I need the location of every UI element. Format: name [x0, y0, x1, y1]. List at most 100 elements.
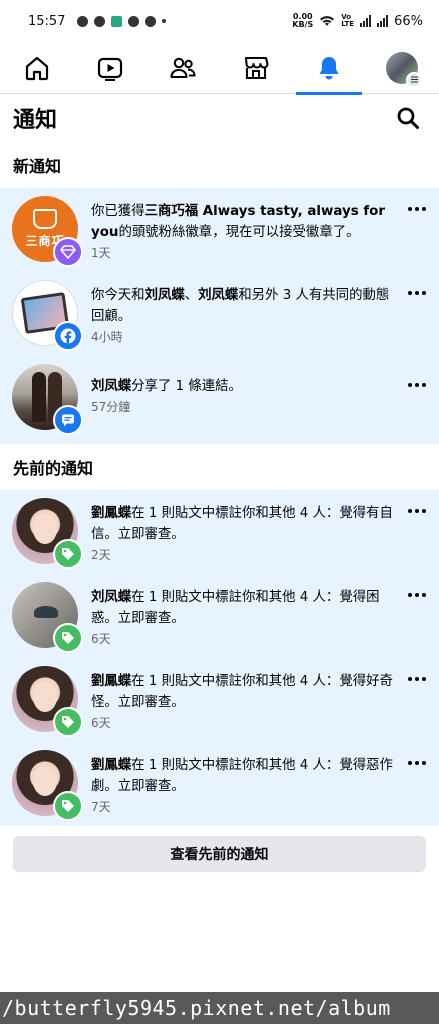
status-right: 0.00 KB/S Vo LTE 66% [292, 13, 423, 29]
notification-text: 你已獲得三商巧福 Always tasty, always for you的頭號… [91, 201, 401, 243]
text-part: 分享了 1 條連結。 [131, 379, 242, 394]
volte-icon: Vo LTE [341, 13, 355, 28]
friends-icon [170, 57, 196, 78]
wifi-icon [320, 16, 335, 26]
signal-icon-2 [377, 15, 389, 27]
diamond-icon [60, 245, 76, 259]
notification-item[interactable]: 刘凤蝶分享了 1 條連結。 57分鐘 [0, 356, 439, 444]
message-icon [62, 414, 74, 427]
top-nav-bar [0, 42, 439, 95]
facebook-badge [53, 321, 83, 351]
network-speed-unit: KB/S [292, 20, 314, 29]
notification-time: 1天 [91, 246, 111, 260]
page-title: 通知 [13, 108, 58, 133]
notification-content: 劉鳳蝶在 1 則貼文中標註你和其他 4 人：覺得好奇怪。立即審查。 6天 [91, 666, 427, 734]
notification-item[interactable]: 劉鳳蝶在 1 則貼文中標註你和其他 4 人：覺得有自信。立即審查。 2天 [0, 490, 439, 574]
cup-logo-icon [33, 209, 57, 229]
text-bold-part: 刘凤蝶 [91, 590, 132, 605]
more-options-button[interactable] [407, 202, 427, 216]
text-bold-part: 刘凤蝶 [198, 288, 239, 303]
notification-text: 劉鳳蝶在 1 則貼文中標註你和其他 4 人：覺得好奇怪。立即審查。 [91, 671, 401, 713]
search-button[interactable] [390, 100, 426, 136]
menu-icon [406, 71, 423, 88]
text-part: 你已獲得 [91, 204, 145, 219]
notification-content: 刘凤蝶在 1 則貼文中標註你和其他 4 人：覺得困惑。立即審查。 6天 [91, 582, 427, 650]
messenger-notification-icon [94, 15, 106, 27]
tag-icon [62, 632, 74, 644]
notification-text: 刘凤蝶在 1 則貼文中標註你和其他 4 人：覺得困惑。立即審查。 [91, 587, 401, 629]
notification-avatar [12, 364, 83, 435]
text-part: 在 1 則貼文中標註你和其他 4 人：覺得惡作劇。立即審查。 [91, 758, 393, 794]
section-title-new: 新通知 [13, 157, 62, 176]
battery-level: 66% [394, 13, 423, 29]
text-bold-part: 劉鳳蝶 [91, 506, 132, 521]
notification-time: 4小時 [91, 330, 123, 344]
notification-time: 6天 [91, 716, 111, 730]
diamond-badge [53, 237, 83, 267]
profile-avatar [386, 51, 423, 88]
tag-icon [62, 716, 74, 728]
notification-item[interactable]: 你今天和刘凤蝶、刘凤蝶和另外 3 人有共同的動態回顧。 4小時 [0, 272, 439, 356]
text-bold-part: 劉鳳蝶 [91, 674, 132, 689]
more-options-button[interactable] [407, 588, 427, 602]
marketplace-icon [244, 56, 269, 79]
notification-content: 劉鳳蝶在 1 則貼文中標註你和其他 4 人：覺得有自信。立即審查。 2天 [91, 498, 427, 566]
view-previous-notifications-button[interactable]: 查看先前的通知 [13, 836, 426, 872]
chat-notification-icon [145, 15, 157, 27]
nav-profile-menu[interactable] [369, 42, 435, 94]
notification-item[interactable]: 三商巧 你已獲得三商巧福 Always tasty, always for yo… [0, 188, 439, 272]
notification-text: 劉鳳蝶在 1 則貼文中標註你和其他 4 人：覺得有自信。立即審查。 [91, 503, 401, 545]
nav-home[interactable] [4, 42, 70, 94]
notification-avatar: 三商巧 [12, 196, 83, 267]
notification-text: 刘凤蝶分享了 1 條連結。 [91, 376, 401, 397]
text-part: 在 1 則貼文中標註你和其他 4 人：覺得困惑。立即審查。 [91, 590, 380, 626]
notification-content: 刘凤蝶分享了 1 條連結。 57分鐘 [91, 364, 427, 432]
notification-item[interactable]: 刘凤蝶在 1 則貼文中標註你和其他 4 人：覺得困惑。立即審查。 6天 [0, 574, 439, 658]
tag-badge [53, 791, 83, 821]
more-options-button[interactable] [407, 286, 427, 300]
nav-notifications[interactable] [296, 42, 363, 95]
watermark: /butterfly5945.pixnet.net/album [0, 992, 439, 1024]
status-time: 15:57 [28, 13, 66, 29]
notification-avatar [12, 498, 83, 569]
notification-time: 2天 [91, 548, 111, 562]
facebook-icon [60, 328, 76, 344]
nav-marketplace[interactable] [223, 42, 289, 94]
more-notifications-dot-icon [162, 19, 167, 23]
more-options-button[interactable] [407, 756, 427, 770]
text-bold-part: 劉鳳蝶 [91, 758, 132, 773]
text-part: 在 1 則貼文中標註你和其他 4 人：覺得有自信。立即審查。 [91, 506, 393, 542]
status-notification-icons [77, 15, 167, 27]
notification-content: 你已獲得三商巧福 Always tasty, always for you的頭號… [91, 196, 427, 264]
more-options-button[interactable] [407, 378, 427, 392]
notification-time: 57分鐘 [91, 400, 131, 414]
bell-icon [319, 56, 339, 79]
more-options-button[interactable] [407, 504, 427, 518]
more-options-button[interactable] [407, 672, 427, 686]
text-part: 在 1 則貼文中標註你和其他 4 人：覺得好奇怪。立即審查。 [91, 674, 393, 710]
network-speed: 0.00 KB/S [292, 13, 313, 29]
tag-badge [53, 539, 83, 569]
signal-icon [360, 15, 372, 27]
notification-time: 7天 [91, 800, 111, 814]
notification-avatar [12, 582, 83, 653]
nav-video[interactable] [77, 42, 143, 94]
notification-text: 劉鳳蝶在 1 則貼文中標註你和其他 4 人：覺得惡作劇。立即審查。 [91, 755, 401, 797]
notification-item[interactable]: 劉鳳蝶在 1 則貼文中標註你和其他 4 人：覺得惡作劇。立即審查。 7天 [0, 742, 439, 826]
search-icon [397, 107, 419, 129]
tag-icon [62, 548, 74, 560]
notification-item[interactable]: 劉鳳蝶在 1 則貼文中標註你和其他 4 人：覺得好奇怪。立即審查。 6天 [0, 658, 439, 742]
text-bold-part: 刘凤蝶 [91, 379, 132, 394]
nav-friends[interactable] [150, 42, 216, 94]
notification-avatar [12, 750, 83, 821]
tag-badge [53, 707, 83, 737]
notification-text: 你今天和刘凤蝶、刘凤蝶和另外 3 人有共同的動態回顧。 [91, 285, 401, 327]
home-icon [25, 56, 48, 80]
text-part: 你今天和 [91, 288, 145, 303]
app-notification-icon [111, 15, 123, 27]
notification-avatar [12, 280, 83, 351]
text-bold-part: 刘凤蝶 [144, 288, 185, 303]
page-header: 通知 [0, 94, 439, 142]
tag-badge [53, 623, 83, 653]
notification-content: 劉鳳蝶在 1 則貼文中標註你和其他 4 人：覺得惡作劇。立即審查。 7天 [91, 750, 427, 818]
